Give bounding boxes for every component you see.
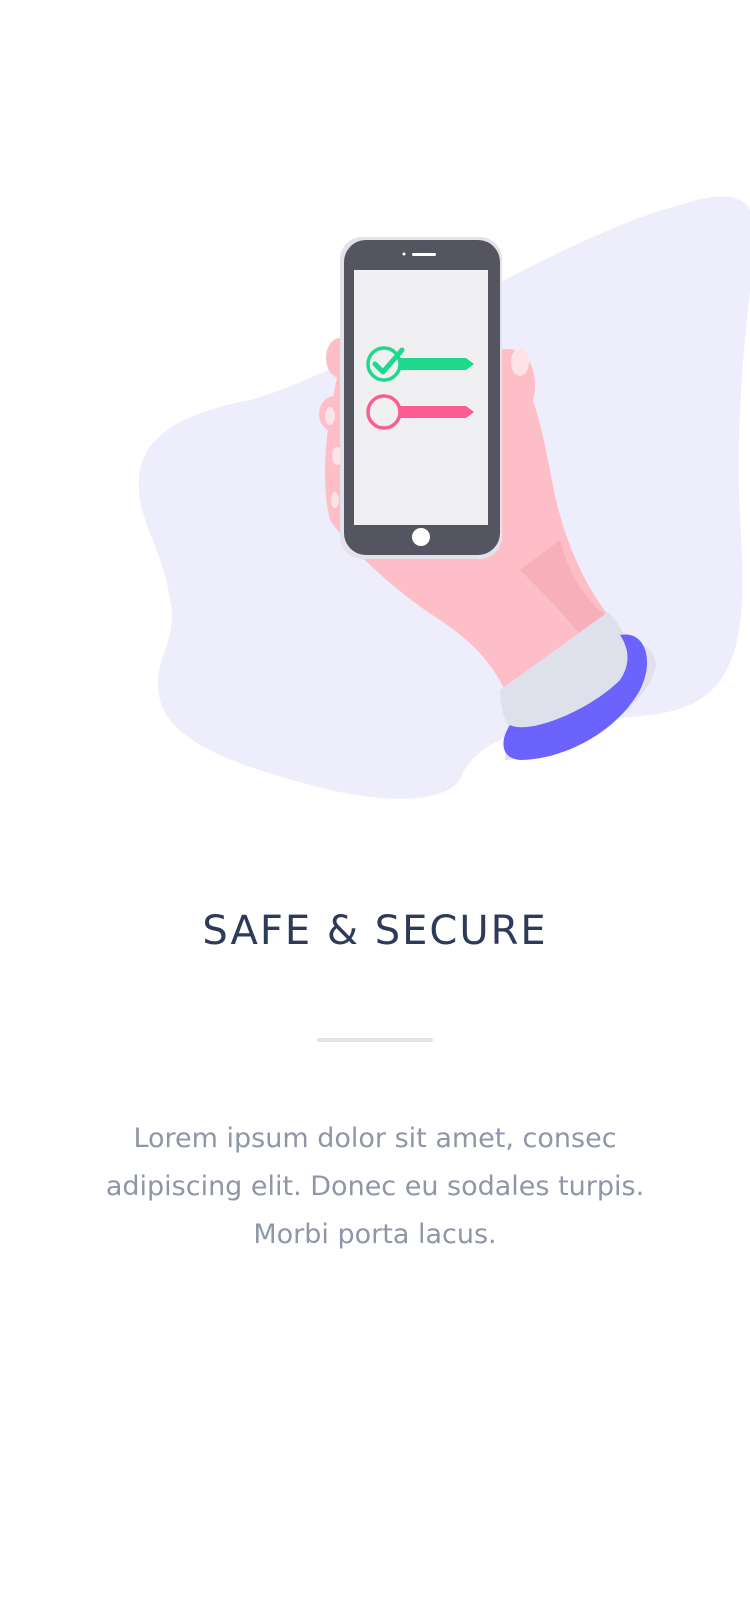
hand-holding-phone-icon (138, 196, 750, 799)
finger-nail-3 (331, 492, 339, 508)
hero-illustration (0, 0, 750, 860)
phone-home-button (412, 528, 430, 546)
phone-camera (402, 252, 406, 256)
thumb-nail (511, 348, 529, 376)
phone-speaker (412, 253, 436, 256)
checklist-bar-pending (400, 406, 474, 418)
checklist-bar-done (400, 358, 474, 370)
page-title: SAFE & SECURE (202, 908, 548, 954)
page-description: Lorem ipsum dolor sit amet, consec adipi… (105, 1123, 645, 1250)
finger-nail-1 (325, 407, 335, 425)
title-divider (317, 1038, 433, 1042)
onboarding-screen: SAFE & SECURE Lorem ipsum dolor sit amet… (0, 0, 750, 1624)
